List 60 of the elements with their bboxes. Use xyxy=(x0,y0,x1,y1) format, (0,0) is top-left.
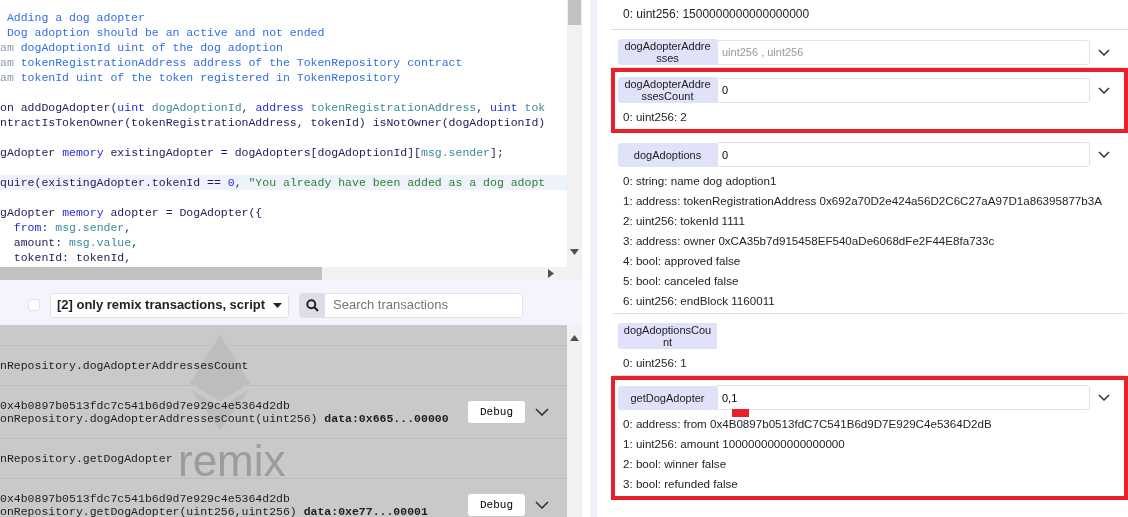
code-line: Adding a dog adopter xyxy=(5,10,146,25)
debug-button[interactable]: Debug xyxy=(468,493,525,517)
log-text: nRepository.dogAdopterAddressesCount xyxy=(0,359,250,372)
filter-dropdown[interactable]: [2] only remix transactions, script xyxy=(50,292,289,318)
chevron-down-icon[interactable] xyxy=(1098,48,1110,56)
output-line: 1: uint256: amount 1000000000000000000 xyxy=(623,436,846,452)
checkbox[interactable] xyxy=(28,299,40,311)
function-button[interactable]: getDogAdopter xyxy=(618,385,717,410)
scrollbar-thumb[interactable] xyxy=(568,0,581,25)
code-line: ntractIsTokenOwner(tokenRegistrationAddress, tokenId) isNotOwner(dogAdoptionId) xyxy=(0,115,547,130)
search-field[interactable]: Search transactions xyxy=(299,292,523,318)
code-line: Dog adoption should be an active and not ended xyxy=(5,25,326,40)
scrollbar-thumb[interactable] xyxy=(0,267,322,280)
chevron-down-icon[interactable] xyxy=(1098,151,1110,158)
vertical-scrollbar[interactable] xyxy=(567,325,582,517)
log-text: nRepository.getDogAdopter xyxy=(0,452,174,465)
output-line: 0: address: from 0x4B0897b0513fdC7C541B6d9D7E929C4e5364D2dB xyxy=(623,416,993,432)
argument-field[interactable]: 0,1 xyxy=(717,385,1090,410)
chevron-down-icon[interactable] xyxy=(535,408,549,416)
scroll-up-icon[interactable] xyxy=(570,335,579,341)
output-line: 2: bool: winner false xyxy=(623,456,728,472)
code-line: am tokenRegistrationAddress address of the TokenRepository contract xyxy=(0,55,464,70)
code-line: on addDogAdopter(uint dogAdoptionId, address tokenRegistrationAddress, uint tok xyxy=(0,100,547,115)
output-line: 4: bool: approved false xyxy=(623,253,742,269)
output-line: 6: uint256: endBlock 1160011 xyxy=(623,293,776,309)
vertical-scrollbar[interactable] xyxy=(567,0,582,267)
argument-field[interactable]: 0 xyxy=(717,142,1090,167)
output-line: 0: uint256: 2 xyxy=(623,109,688,125)
argument-field[interactable]: 0 xyxy=(717,77,1090,103)
function-button[interactable]: dogAdopterAddressesCount xyxy=(618,77,717,103)
log-text: 0x4b0897b0513fdc7c541b6d9d7e929c4e5364d2db onRepository.getDogAdopter(uint256,uint256) data:0xe77...00001 xyxy=(0,492,429,517)
log-text: 0x4b0897b0513fdc7c541b6d9d7e929c4e5364d2db onRepository.dogAdopterAddressesCount(uint256) data:0x665...00000 xyxy=(0,399,450,425)
search-icon xyxy=(306,298,319,312)
code-line: gAdopter memory existingAdopter = dogAdopters[dogAdoptionId][msg.sender]; xyxy=(0,145,505,160)
scroll-down-icon[interactable] xyxy=(570,249,579,255)
argument-field[interactable]: uint256 , uint256 xyxy=(717,39,1090,65)
function-button[interactable]: dogAdoptions xyxy=(618,142,717,167)
code-line: from: msg.sender, xyxy=(12,220,133,235)
caret-icon xyxy=(273,302,283,308)
output-line: 2: uint256: tokenId 1111 xyxy=(623,213,746,229)
code-line: gAdopter memory adopter = DogAdopter({ xyxy=(0,205,264,220)
code-line: tokenId: tokenId, xyxy=(12,250,133,265)
code-line: am tokenId uint of the token registered in TokenRepository xyxy=(0,70,402,85)
output-line: 1: address: tokenRegistrationAddress 0x692a70D2e424a56D2C6C27aA97D1a86395877b3A xyxy=(623,193,1103,209)
output-line: 0: uint256: 1 xyxy=(623,355,688,371)
horizontal-scrollbar[interactable] xyxy=(0,267,582,280)
chevron-down-icon[interactable] xyxy=(1098,394,1110,401)
debug-button[interactable]: Debug xyxy=(468,400,525,424)
code-line: am dogAdoptionId uint of the dog adoption xyxy=(0,40,284,55)
chevron-down-icon[interactable] xyxy=(1098,86,1110,94)
output-line: 3: bool: refunded false xyxy=(623,476,739,492)
function-button[interactable]: dogAdopterAddresses xyxy=(618,39,717,65)
output-line: 0: string: name dog adoption1 xyxy=(623,173,778,189)
code-line: amount: msg.value, xyxy=(12,235,140,250)
function-button[interactable]: dogAdoptionsCount xyxy=(618,323,717,349)
scroll-right-icon[interactable] xyxy=(548,269,554,278)
output-line: 3: address: owner 0xCA35b7d915458EF540aDe6068dFe2F44E8fa733c xyxy=(623,233,996,249)
output-line: 0: uint256: 1500000000000000000 xyxy=(611,0,1128,30)
chevron-down-icon[interactable] xyxy=(535,501,549,509)
output-line: 5: bool: canceled false xyxy=(623,273,740,289)
